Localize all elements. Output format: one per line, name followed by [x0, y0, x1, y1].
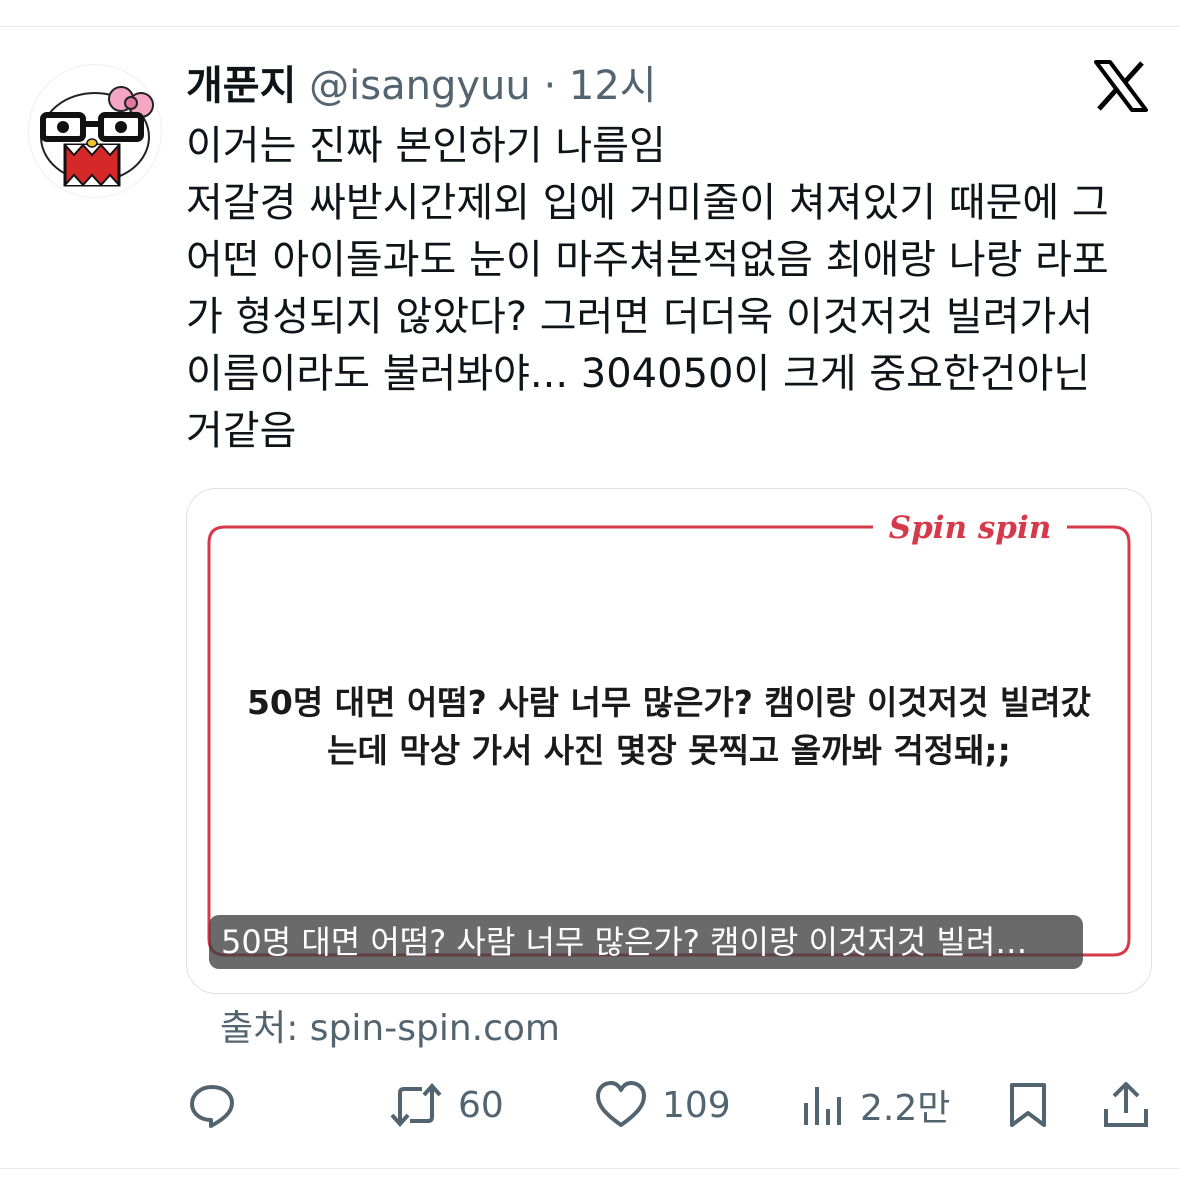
separator-dot: ·	[543, 63, 557, 109]
card-caption: 50명 대면 어떰? 사람 너무 많은가? 캠이랑 이것저것 빌려…	[209, 915, 1083, 969]
tweet-time[interactable]: 12시	[569, 63, 657, 109]
tweet-line: 가 형성되지 않았다? 그러면 더더욱 이것저것 빌려가서	[186, 294, 1094, 340]
user-handle[interactable]: @isangyuu	[309, 63, 531, 109]
like-count: 109	[662, 1084, 731, 1126]
display-name[interactable]: 개푼지	[186, 63, 296, 109]
card-brand-logo: Spin spin	[889, 510, 1052, 546]
tweet-header: 개푼지 @isangyuu · 12시	[186, 58, 657, 114]
reply-button[interactable]	[186, 1078, 238, 1132]
tweet-line: 어떤 아이돌과도 눈이 마주쳐본적없음 최애랑 나랑 라포	[186, 237, 1109, 283]
media-card[interactable]: Spin spin 50명 대면 어떰? 사람 너무 많은가? 캠이랑 이것저것…	[186, 488, 1152, 994]
tweet-line: 이름이라도 불러봐야... 304050이 크게 중요한건아닌	[186, 351, 1091, 397]
x-logo-icon[interactable]	[1094, 60, 1148, 112]
bookmark-button[interactable]	[1006, 1078, 1050, 1132]
top-divider	[0, 26, 1179, 27]
card-line: 는데 막상 가서 사진 몇장 못찍고 올까봐 걱정돼;;	[327, 731, 1011, 770]
avatar[interactable]	[28, 64, 162, 198]
source-link[interactable]: 출처: spin-spin.com	[220, 1004, 560, 1054]
views-chart-icon	[804, 1087, 841, 1125]
like-button[interactable]: 109	[594, 1078, 731, 1132]
views-button[interactable]: 2.2만	[800, 1078, 950, 1132]
reply-icon	[190, 1085, 234, 1128]
retweet-icon	[390, 1082, 442, 1128]
card-body-text: 50명 대면 어떰? 사람 너무 많은가? 캠이랑 이것저것 빌려갔 는데 막상…	[227, 679, 1111, 775]
card-line: 50명 대면 어떰? 사람 너무 많은가? 캠이랑 이것저것 빌려갔	[246, 683, 1092, 722]
avatar-image	[40, 86, 154, 187]
retweet-count: 60	[458, 1084, 504, 1126]
tweet-line: 저갈경 싸받시간제외 입에 거미줄이 쳐져있기 때문에 그	[186, 180, 1109, 226]
share-button[interactable]	[1102, 1078, 1150, 1132]
views-count: 2.2만	[860, 1088, 951, 1129]
tweet-line: 이거는 진짜 본인하기 나름임	[186, 123, 666, 169]
heart-icon	[596, 1081, 646, 1127]
tweet-line: 거같음	[186, 408, 297, 454]
bottom-divider	[0, 1168, 1179, 1169]
tweet-text: 이거는 진짜 본인하기 나름임 저갈경 싸받시간제외 입에 거미줄이 쳐져있기 …	[186, 118, 1166, 460]
retweet-button[interactable]: 60	[388, 1078, 504, 1132]
bookmark-icon	[1010, 1083, 1046, 1127]
share-icon	[1104, 1082, 1148, 1127]
